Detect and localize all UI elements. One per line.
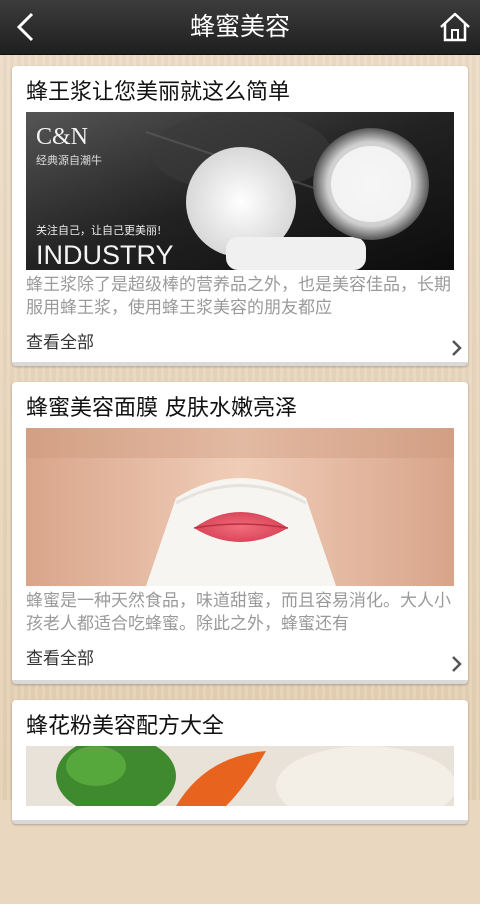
view-all-link[interactable]: 查看全部 (26, 644, 94, 669)
back-arrow-icon (16, 12, 34, 42)
article-card[interactable]: 蜂花粉美容配方大全 (12, 700, 468, 826)
home-icon (440, 12, 470, 42)
article-title: 蜂王浆让您美丽就这么简单 (26, 80, 291, 105)
article-description: 蜂王浆除了是超级棒的营养品之外，也是美容佳品，长期服用蜂王浆，使用蜂王浆美容的朋… (26, 275, 451, 318)
article-description: 蜂蜜是一种天然食品，味道甜蜜，而且容易消化。大人小孩老人都适合吃蜂蜜。除此之外，… (26, 591, 451, 634)
industry-text: INDUSTRY (36, 240, 174, 270)
view-all-link[interactable]: 查看全部 (26, 328, 94, 353)
article-title: 蜂蜜美容面膜 皮肤水嫩亮泽 (26, 396, 297, 421)
chevron-right-icon (452, 656, 462, 672)
tagline-text: 关注自己，让自己更美丽! (36, 223, 161, 237)
back-button[interactable] (6, 6, 48, 48)
cosmetics-photo: C&N 经典源自潮牛 关注自己，让自己更美丽! INDUSTRY (26, 112, 454, 270)
article-title: 蜂花粉美容配方大全 (26, 714, 225, 739)
article-card[interactable]: 蜂蜜美容面膜 皮肤水嫩亮泽 蜂蜜是一种天然食品，味道甜蜜，而且容易消化。大人小孩… (12, 382, 468, 684)
food-photo (26, 746, 454, 826)
article-image: C&N 经典源自潮牛 关注自己，让自己更美丽! INDUSTRY (26, 112, 454, 270)
home-button[interactable] (438, 10, 472, 44)
face-mask-photo (26, 428, 454, 586)
top-bar: 蜂蜜美容 (0, 0, 480, 55)
article-image (26, 746, 454, 904)
chevron-right-icon (452, 340, 462, 356)
page-title: 蜂蜜美容 (189, 12, 290, 41)
article-card[interactable]: 蜂王浆让您美丽就这么简单 C&N 经典源自潮牛 关注自己，让自己更美丽! IND… (12, 66, 468, 366)
brand-logo-text: C&N (36, 124, 88, 150)
article-image (26, 428, 454, 586)
slogan-text: 经典源自潮牛 (36, 153, 102, 167)
